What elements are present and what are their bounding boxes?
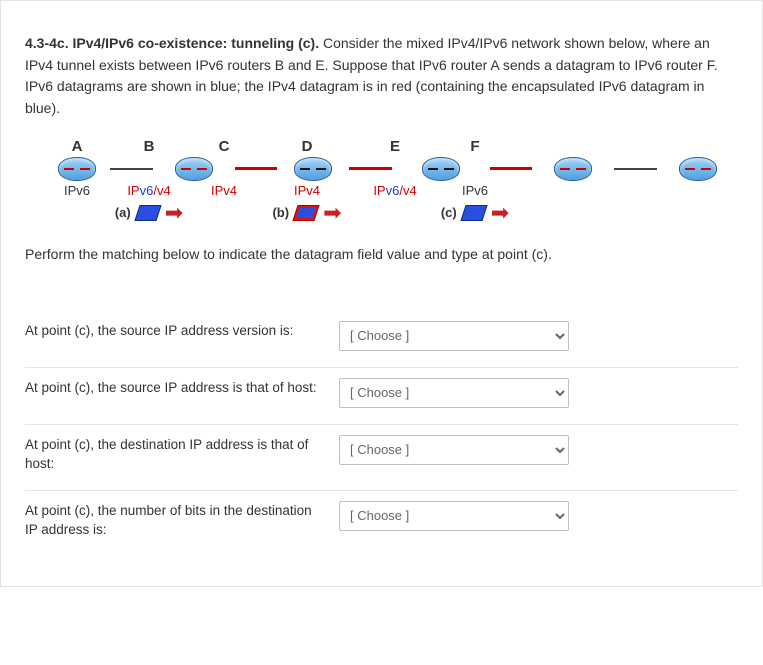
packet-a: (a) ➡: [115, 202, 183, 224]
packet-icon: [292, 205, 319, 221]
tag-c: (c): [441, 205, 457, 220]
packet-c: (c) ➡: [441, 202, 509, 224]
answer-select-q3[interactable]: [ Choose ]: [339, 435, 569, 465]
packet-icon: [460, 205, 487, 221]
packet-icon: [134, 205, 161, 221]
link-segment: [490, 167, 533, 170]
question-card: 4.3-4c. IPv4/IPv6 co-existence: tunnelin…: [0, 0, 763, 587]
question-text: At point (c), the destination IP address…: [25, 435, 325, 474]
question-text: At point (c), the source IP address is t…: [25, 378, 325, 398]
question-row: At point (c), the source IP address is t…: [25, 368, 738, 408]
tag-b: (b): [272, 205, 289, 220]
node-label-E: E: [355, 138, 435, 155]
question-title: 4.3-4c. IPv4/IPv6 co-existence: tunnelin…: [25, 35, 319, 51]
question-text: At point (c), the number of bits in the …: [25, 501, 325, 540]
node-label-D: D: [259, 138, 355, 155]
question-row: At point (c), the destination IP address…: [25, 425, 738, 474]
link-segment: [235, 167, 278, 170]
router-icon: [679, 157, 717, 181]
router-icon: [58, 157, 96, 181]
answer-select-q1[interactable]: [ Choose ]: [339, 321, 569, 351]
arrow-icon: ➡: [165, 202, 183, 224]
arrow-icon: ➡: [491, 202, 509, 224]
node-type-D: IPv4: [259, 183, 355, 198]
network-diagram: A B C D E F IPv6 IPv6/v4 IPv4: [25, 138, 738, 224]
prompt-text: Perform the matching below to indicate t…: [25, 244, 738, 265]
router-icon: [175, 157, 213, 181]
node-label-A: A: [45, 138, 109, 155]
link-segment: [349, 167, 392, 170]
link-segment: [110, 168, 153, 170]
node-label-F: F: [435, 138, 515, 155]
router-icon: [294, 157, 332, 181]
router-icon: [554, 157, 592, 181]
question-text: At point (c), the source IP address vers…: [25, 321, 325, 341]
node-type-A: IPv6: [45, 183, 109, 198]
answer-select-q4[interactable]: [ Choose ]: [339, 501, 569, 531]
question-row: At point (c), the source IP address vers…: [25, 311, 738, 351]
intro-paragraph: 4.3-4c. IPv4/IPv6 co-existence: tunnelin…: [25, 33, 738, 120]
node-label-C: C: [189, 138, 259, 155]
link-segment: [614, 168, 657, 170]
arrow-icon: ➡: [323, 202, 341, 224]
router-icon: [422, 157, 460, 181]
node-type-F: IPv6: [435, 183, 515, 198]
tag-a: (a): [115, 205, 131, 220]
node-type-C: IPv4: [189, 183, 259, 198]
node-label-B: B: [109, 138, 189, 155]
answer-select-q2[interactable]: [ Choose ]: [339, 378, 569, 408]
node-type-B: IPv6/v4: [109, 183, 189, 198]
packet-b: (b) ➡: [272, 202, 341, 224]
question-row: At point (c), the number of bits in the …: [25, 491, 738, 540]
node-type-E: IPv6/v4: [355, 183, 435, 198]
